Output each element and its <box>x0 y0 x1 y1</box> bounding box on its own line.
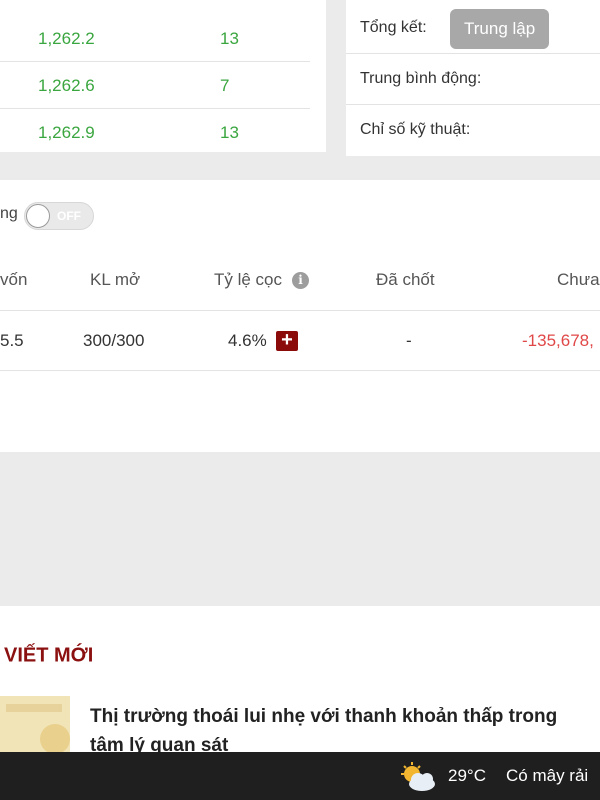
summary-label: Tổng kết: <box>360 19 427 36</box>
news-heading: VIẾT MỚI <box>4 644 94 667</box>
column-header-open-qty: KL mở <box>90 270 141 289</box>
technical-summary-panel: Tổng kết: Trung lập Trung bình động: Chỉ… <box>346 0 600 156</box>
column-header-unrealized: Chưa <box>557 270 600 289</box>
order-book-row: 1,262.9 13 <box>0 108 310 155</box>
weather-description[interactable]: Có mây rải <box>506 766 588 786</box>
news-section: VIẾT MỚI Thị trường thoái lui nhẹ với th… <box>0 606 600 756</box>
order-price: 1,262.6 <box>38 76 95 95</box>
header-divider <box>0 310 600 311</box>
positions-panel: ng OFF vốn KL mở Tỷ lệ cọc i Đã chốt Chư… <box>0 180 600 452</box>
technical-indicators-label: Chỉ số kỹ thuật: <box>360 121 471 138</box>
order-qty: 13 <box>220 29 239 48</box>
column-header-capital: vốn <box>0 270 28 289</box>
column-header-closed: Đã chốt <box>376 270 435 289</box>
order-book-row: 1,262.2 13 <box>0 14 310 62</box>
cell-closed: - <box>406 331 412 350</box>
summary-row: Tổng kết: Trung lập <box>346 2 600 54</box>
cell-capital: 5.5 <box>0 331 24 350</box>
summary-badge[interactable]: Trung lập <box>450 9 550 49</box>
order-book-row: 1,262.6 7 <box>0 61 310 109</box>
partly-cloudy-icon[interactable] <box>398 762 438 792</box>
temperature[interactable]: 29°C <box>448 766 486 786</box>
article-thumbnail[interactable] <box>0 696 70 756</box>
add-margin-button[interactable]: + <box>276 330 298 351</box>
cell-unrealized: -135,678, <box>522 331 594 350</box>
info-icon[interactable]: i <box>292 272 309 289</box>
toggle-switch[interactable]: OFF <box>24 202 94 230</box>
toggle-knob <box>26 204 50 228</box>
order-qty: 7 <box>220 76 230 95</box>
order-price: 1,262.2 <box>38 29 95 48</box>
cell-margin-ratio: 4.6% <box>228 331 267 350</box>
moving-average-row: Trung bình động: <box>346 53 600 105</box>
column-header-margin-ratio: Tỷ lệ cọc <box>214 270 283 289</box>
order-qty: 13 <box>220 123 239 142</box>
row-divider <box>0 370 600 371</box>
cell-open-qty: 300/300 <box>83 331 145 350</box>
toggle-label: ng <box>0 205 18 222</box>
taskbar: 29°C Có mây rải <box>0 752 600 800</box>
moving-average-label: Trung bình động: <box>360 70 482 87</box>
order-book-panel: 1,262.2 13 1,262.6 7 1,262.9 13 <box>0 0 326 152</box>
toggle-state: OFF <box>57 209 81 223</box>
technical-indicators-row: Chỉ số kỹ thuật: <box>346 104 600 155</box>
order-price: 1,262.9 <box>38 123 95 142</box>
